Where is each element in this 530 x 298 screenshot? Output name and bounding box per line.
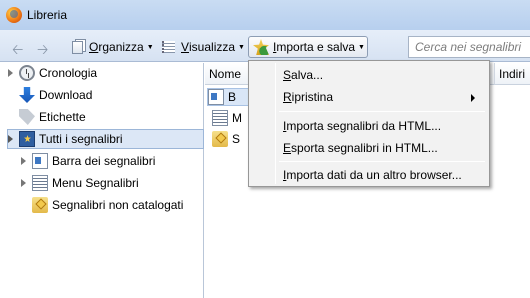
sidebar-item-downloads[interactable]: Download (19, 85, 92, 105)
menu-item-import-browser[interactable]: Importa dati da un altro browser... (251, 164, 487, 186)
sidebar-item-label: Etichette (39, 110, 86, 124)
menu-separator (279, 161, 485, 162)
unsorted-bookmarks-icon (212, 131, 228, 147)
sidebar: Cronologia Download Etichette Tutti i se… (0, 63, 204, 298)
menu-label: sporta segnalibri in HTML... (291, 141, 438, 155)
menu-label: ipristina (291, 90, 334, 104)
import-save-menu: Salva... Ripristina Importa segnalibri d… (248, 60, 490, 187)
tag-icon (19, 109, 35, 125)
list-item-label: B (228, 90, 237, 104)
view-label: isualizza (189, 40, 236, 54)
view-icon (162, 41, 175, 53)
sidebar-item-all-bookmarks[interactable]: Tutti i segnalibri (7, 129, 204, 149)
expand-twisty-icon[interactable] (8, 135, 13, 143)
toolbar: 🡠 🡢 Organizza ▼ Visualizza ▼ Importa e s… (0, 30, 530, 62)
dropdown-caret-icon: ▼ (238, 43, 245, 51)
sidebar-item-tags[interactable]: Etichette (19, 107, 86, 127)
sidebar-item-bookmarks-bar[interactable]: Barra dei segnalibri (21, 151, 155, 171)
firefox-icon (6, 7, 22, 23)
menu-accel: S (283, 68, 292, 82)
all-bookmarks-icon (19, 131, 35, 147)
dropdown-caret-icon: ▼ (146, 43, 154, 51)
organize-icon (72, 40, 83, 54)
organize-label: rganizza (98, 40, 144, 54)
sidebar-item-label: Download (39, 88, 93, 102)
clock-icon (19, 65, 35, 81)
menu-accel: R (283, 90, 292, 104)
organize-accel: O (89, 40, 99, 54)
menu-accel: E (283, 141, 292, 155)
sidebar-item-label: Barra dei segnalibri (52, 154, 156, 168)
submenu-arrow-icon (471, 94, 475, 102)
sidebar-item-label: Cronologia (39, 66, 98, 80)
view-accel: V (181, 40, 190, 54)
import-label: mporta e salva (276, 40, 356, 54)
search-input[interactable]: Cerca nei segnalibri (408, 36, 530, 58)
search-placeholder: Cerca nei segnalibri (415, 40, 522, 54)
unsorted-bookmarks-icon (32, 197, 48, 213)
sidebar-item-unsorted[interactable]: Segnalibri non catalogati (32, 195, 183, 215)
sidebar-item-label: Segnalibri non catalogati (52, 198, 184, 212)
sidebar-item-bookmarks-menu[interactable]: Menu Segnalibri (21, 173, 139, 193)
import-save-icon (253, 39, 269, 55)
download-icon (19, 87, 35, 103)
column-header-label: Nome (209, 67, 242, 81)
bookmarks-bar-icon (208, 89, 224, 105)
column-header-label: Indiri (499, 67, 526, 81)
list-item[interactable]: B (207, 88, 249, 106)
sidebar-item-label: Tutti i segnalibri (39, 132, 123, 146)
organize-button[interactable]: Organizza ▼ (64, 36, 159, 58)
menu-separator (279, 111, 485, 112)
back-arrow-icon[interactable]: 🡠 (12, 39, 23, 63)
menu-label: alva... (291, 68, 324, 82)
window-title: Libreria (27, 8, 68, 22)
menu-item-save[interactable]: Salva... (251, 64, 487, 86)
forward-arrow-icon[interactable]: 🡢 (37, 39, 48, 63)
bookmarks-bar-icon (32, 153, 48, 169)
list-item-label: S (232, 132, 241, 146)
dropdown-caret-icon: ▼ (358, 43, 365, 51)
list-item-label: M (232, 111, 242, 125)
menu-item-import-html[interactable]: Importa segnalibri da HTML... (251, 115, 487, 137)
bookmarks-menu-icon (212, 110, 228, 126)
title-bar: Libreria (0, 0, 530, 30)
bookmarks-menu-icon (32, 175, 48, 191)
menu-item-restore[interactable]: Ripristina (251, 86, 487, 108)
import-save-button[interactable]: Importa e salva ▼ (248, 36, 368, 58)
menu-label: mporta segnalibri da HTML... (286, 119, 442, 133)
view-button[interactable]: Visualizza ▼ (157, 36, 250, 58)
menu-label: mporta dati da un altro browser... (286, 168, 462, 182)
expand-twisty-icon[interactable] (21, 179, 26, 187)
sidebar-item-history[interactable]: Cronologia (8, 63, 97, 83)
column-header-address[interactable]: Indiri (495, 63, 530, 85)
sidebar-item-label: Menu Segnalibri (52, 176, 139, 190)
expand-twisty-icon[interactable] (21, 157, 26, 165)
menu-item-export-html[interactable]: Esporta segnalibri in HTML... (251, 137, 487, 159)
expand-twisty-icon[interactable] (8, 69, 13, 77)
